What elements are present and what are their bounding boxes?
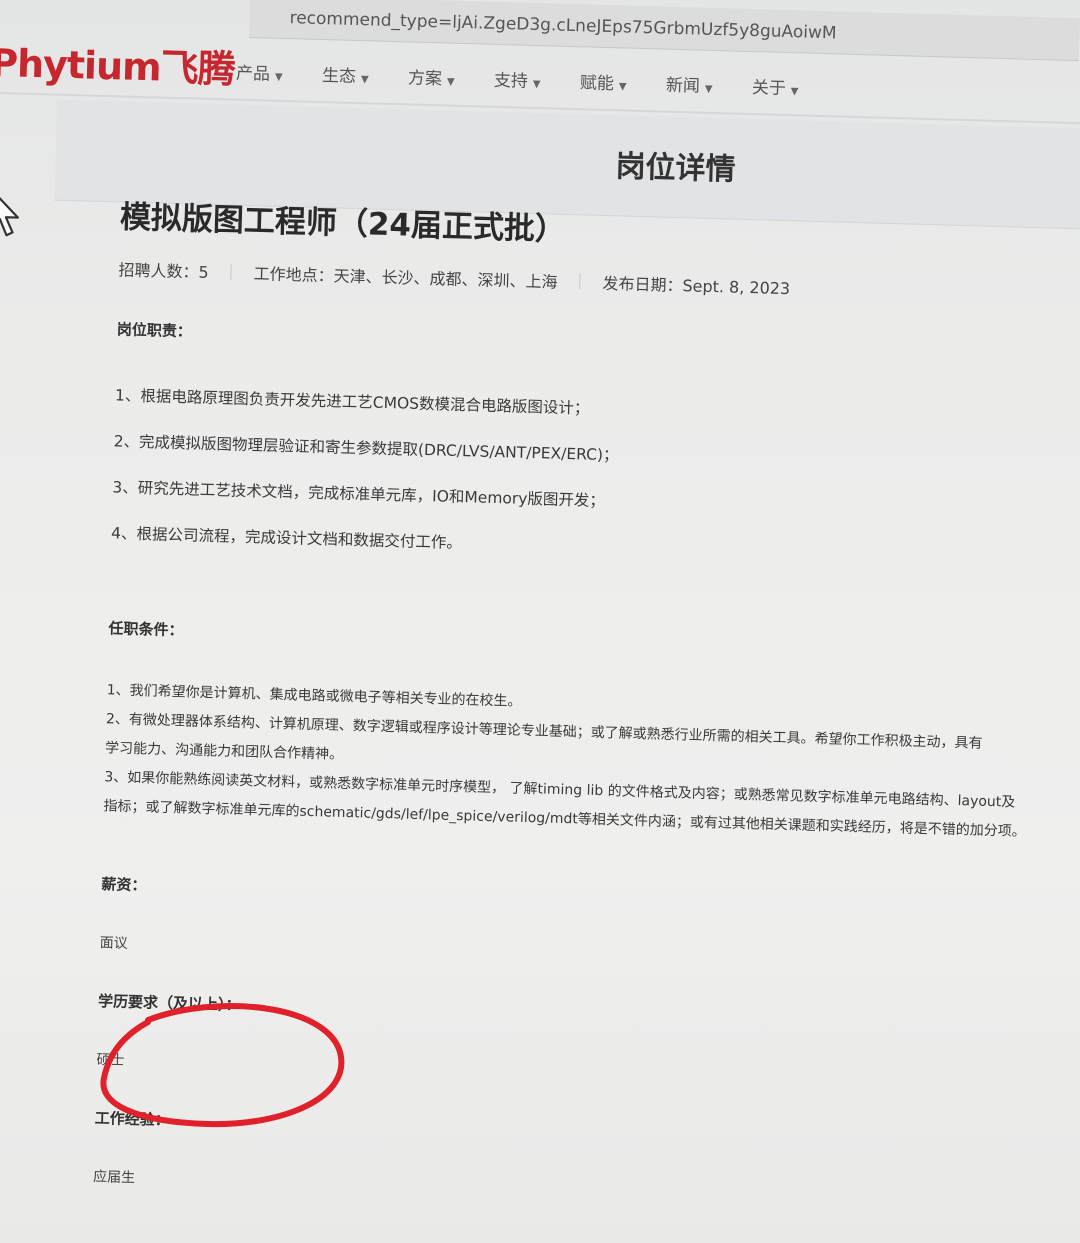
webpage: recommend_type=ljAi.ZgeD3g.cLneJEps75Grb… [0, 0, 1080, 1243]
work-location: 工作地点：天津、长沙、成都、深圳、上海 [253, 264, 558, 292]
nav-item-products[interactable]: 产品 ▼ [236, 59, 323, 86]
experience-value: 应届生 [92, 1169, 136, 1187]
nav-item-support[interactable]: 支持 ▼ [494, 66, 581, 93]
duties-heading: 岗位职责： [116, 320, 193, 341]
nav-menu: 产品 ▼ 生态 ▼ 方案 ▼ 支持 ▼ 赋能 ▼ 新闻 ▼ 关于 ▼ [236, 59, 838, 101]
education-value: 硕士 [96, 1052, 125, 1069]
education-heading: 学历要求（及以上）： [97, 992, 241, 1015]
nav-item-label: 支持 [493, 70, 529, 92]
nav-item-label: 新闻 [665, 75, 701, 97]
phytium-logo[interactable]: Phytium飞腾 [0, 32, 236, 94]
nav-item-label: 关于 [751, 78, 787, 99]
caret-down-icon: ▼ [704, 83, 713, 95]
job-detail: 模拟版图工程师（24届正式批） 招聘人数：5 工作地点：天津、长沙、成都、深圳、… [93, 191, 1080, 1212]
nav-item-solutions[interactable]: 方案 ▼ [408, 63, 495, 90]
nav-item-label: 赋能 [579, 73, 615, 95]
headcount: 招聘人数：5 [118, 260, 209, 282]
requirements-list: 1、我们希望你是计算机、集成电路或微电子等相关专业的在校生。 2、有微处理器体系… [103, 676, 1067, 848]
nav-item-news[interactable]: 新闻 ▼ [666, 71, 753, 98]
url-text[interactable]: recommend_type=ljAi.ZgeD3g.cLneJEps75Grb… [289, 8, 836, 43]
caret-down-icon: ▼ [360, 74, 369, 86]
experience-heading: 工作经验： [94, 1109, 171, 1130]
caret-down-icon: ▼ [274, 71, 283, 83]
caret-down-icon: ▼ [532, 78, 541, 91]
nav-item-enablement[interactable]: 赋能 ▼ [580, 68, 667, 95]
nav-item-label: 产品 [235, 63, 271, 85]
mouse-pointer-icon [0, 188, 23, 239]
nav-item-about[interactable]: 关于 ▼ [752, 73, 839, 100]
caret-down-icon: ▼ [446, 76, 455, 88]
publish-date: 发布日期：Sept. 8, 2023 [602, 273, 791, 299]
salary-heading: 薪资： [101, 875, 147, 895]
list-item: 3、研究先进工艺技术文档，完成标准单元库，IO和Memory版图开发； [112, 478, 606, 511]
nav-item-ecosystem[interactable]: 生态 ▼ [322, 61, 409, 88]
caret-down-icon: ▼ [618, 81, 627, 93]
requirements-heading: 任职条件： [108, 619, 184, 640]
list-item: 2、完成模拟版图物理层验证和寄生参数提取(DRC/LVS/ANT/PEX/ERC… [113, 432, 619, 465]
meta-divider [579, 273, 581, 290]
meta-divider [230, 263, 232, 280]
job-meta: 招聘人数：5 工作地点：天津、长沙、成都、深圳、上海 发布日期：Sept. 8,… [118, 256, 1078, 307]
photographed-screen: recommend_type=ljAi.ZgeD3g.cLneJEps75Grb… [0, 0, 1080, 1243]
salary-value: 面议 [99, 935, 128, 952]
nav-item-label: 方案 [407, 68, 443, 90]
caret-down-icon: ▼ [790, 86, 799, 98]
list-item: 1、根据电路原理图负责开发先进工艺CMOS数模混合电路版图设计； [114, 386, 590, 418]
page-title: 岗位详情 [615, 149, 737, 188]
list-item: 4、根据公司流程，完成设计文档和数据交付工作。 [110, 524, 463, 553]
duties-list: 1、根据电路原理图负责开发先进工艺CMOS数模混合电路版图设计； 2、完成模拟版… [111, 383, 1075, 570]
nav-item-label: 生态 [321, 66, 357, 87]
